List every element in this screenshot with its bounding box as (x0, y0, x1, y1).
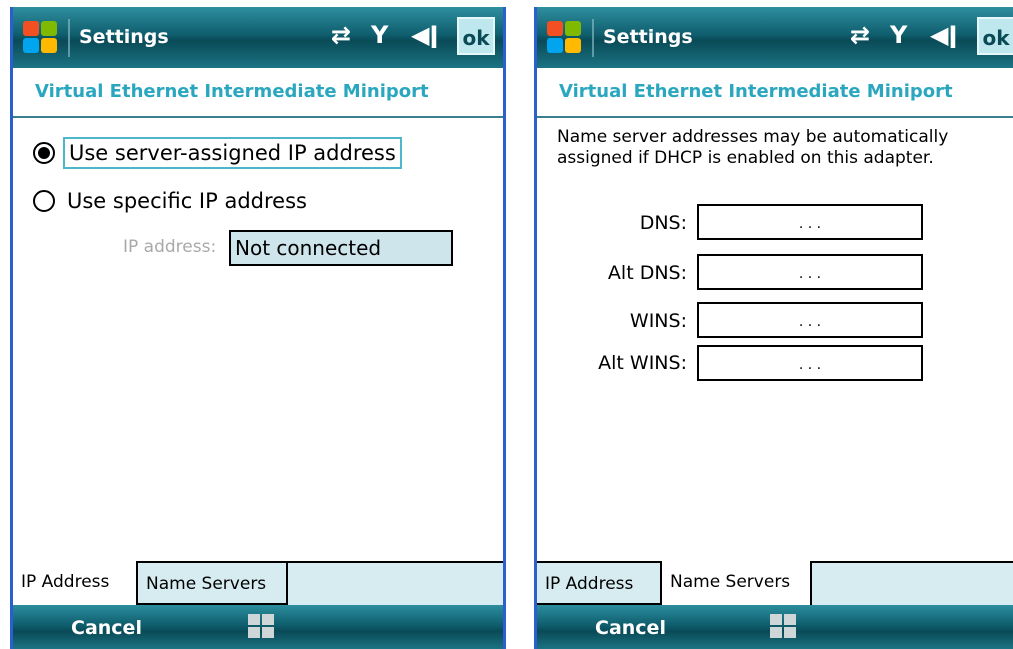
settings-screen-name-servers: Settings ⇄ Y ◀ǀ ok Virtual Ethernet Inte… (534, 7, 1013, 649)
title-divider (68, 19, 70, 57)
settings-screen-ip-address: Settings ⇄ Y ◀ǀ ok Virtual Ethernet Inte… (10, 7, 506, 649)
signal-antenna-icon[interactable]: Y (890, 21, 907, 53)
windows-start-icon[interactable] (23, 21, 59, 55)
wins-field[interactable]: . . . (697, 302, 923, 338)
sync-arrows-icon[interactable]: ⇄ (850, 21, 870, 53)
tab-ip-address[interactable]: IP Address (13, 561, 138, 605)
wins-label: WINS: (629, 310, 687, 332)
tab-bar: IP Address Name Servers (537, 561, 1013, 607)
radio-button-icon[interactable] (33, 190, 55, 212)
alt-wins-label: Alt WINS: (598, 352, 687, 374)
radio-server-assigned[interactable]: Use server-assigned IP address (33, 137, 402, 169)
dns-label: DNS: (639, 212, 687, 234)
dhcp-description: Name server addresses may be automatical… (557, 127, 949, 168)
tab-ip-address[interactable]: IP Address (537, 563, 662, 605)
tab-name-servers[interactable]: Name Servers (138, 563, 288, 605)
title-bar: Settings ⇄ Y ◀ǀ ok (13, 7, 503, 68)
alt-dns-label: Alt DNS: (607, 262, 687, 284)
ok-button[interactable]: ok (977, 17, 1013, 55)
title-bar: Settings ⇄ Y ◀ǀ ok (537, 7, 1013, 68)
signal-antenna-icon[interactable]: Y (371, 21, 388, 53)
alt-dns-field[interactable]: . . . (697, 254, 923, 290)
app-title: Settings (79, 26, 169, 48)
page-subtitle: Virtual Ethernet Intermediate Miniport (13, 68, 503, 118)
tab-name-servers[interactable]: Name Servers (662, 561, 812, 605)
speaker-icon[interactable]: ◀ǀ (411, 21, 438, 53)
ok-button[interactable]: ok (457, 17, 495, 55)
cancel-button[interactable]: Cancel (71, 617, 142, 639)
ip-address-field[interactable]: Not connected (229, 230, 453, 266)
alt-dns-dots: . . . (798, 266, 822, 282)
radio-button-checked-icon[interactable] (33, 142, 55, 164)
keyboard-icon[interactable] (770, 614, 796, 638)
softkey-bar: Cancel (13, 605, 503, 649)
dns-field[interactable]: . . . (697, 204, 923, 240)
softkey-bar: Cancel (537, 605, 1013, 649)
app-title: Settings (603, 26, 693, 48)
windows-start-icon[interactable] (547, 21, 583, 55)
cancel-button[interactable]: Cancel (595, 617, 666, 639)
tab-bar: IP Address Name Servers (13, 561, 503, 607)
keyboard-icon[interactable] (248, 614, 274, 638)
dns-dots: . . . (798, 216, 822, 232)
sync-arrows-icon[interactable]: ⇄ (331, 21, 351, 53)
radio-specific-ip[interactable]: Use specific IP address (33, 187, 311, 215)
radio-specific-label[interactable]: Use specific IP address (63, 187, 311, 215)
alt-wins-field[interactable]: . . . (697, 345, 923, 381)
wins-dots: . . . (798, 314, 822, 330)
speaker-icon[interactable]: ◀ǀ (930, 21, 957, 53)
radio-server-label[interactable]: Use server-assigned IP address (63, 137, 402, 169)
title-divider (592, 19, 594, 57)
alt-wins-dots: . . . (798, 357, 822, 373)
ip-address-label: IP address: (123, 237, 217, 257)
page-subtitle: Virtual Ethernet Intermediate Miniport (537, 68, 1013, 118)
